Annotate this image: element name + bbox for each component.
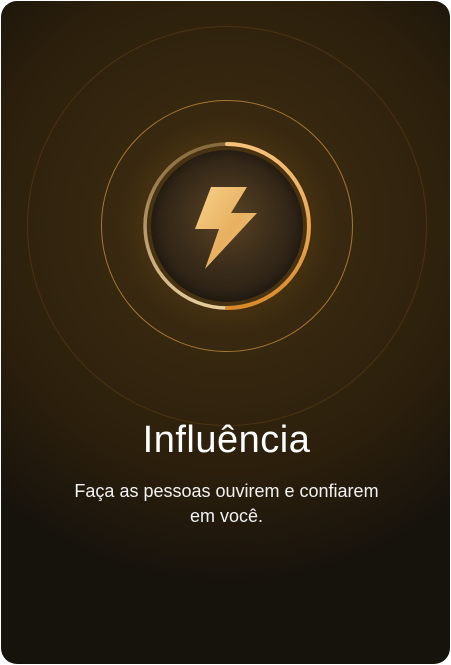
influence-card[interactable]: Influência Faça as pessoas ouvirem e con… — [1, 1, 450, 664]
lightning-bolt-icon — [195, 187, 257, 269]
card-title: Influência — [142, 419, 311, 461]
card-subtitle: Faça as pessoas ouvirem e confiarem em v… — [74, 481, 379, 526]
